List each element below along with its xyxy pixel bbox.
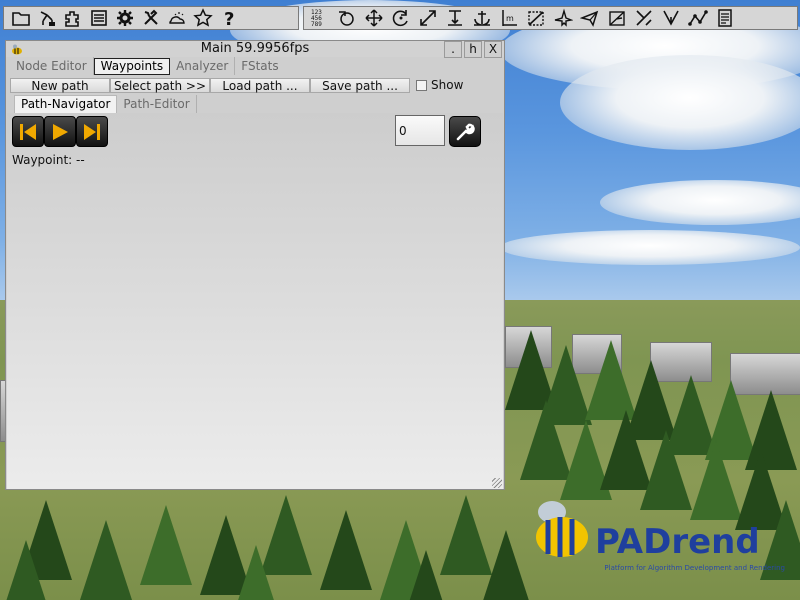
tree	[0, 540, 52, 600]
cloud	[560, 55, 800, 150]
play-button[interactable]	[44, 116, 76, 147]
resize-grip[interactable]	[492, 478, 502, 488]
window-titlebar[interactable]: Main 59.9956fps . h X	[6, 41, 504, 58]
tree	[80, 520, 132, 600]
tools-icon[interactable]	[138, 7, 164, 29]
play-icon	[53, 123, 68, 140]
tree	[230, 545, 282, 600]
select-box-icon[interactable]	[522, 7, 549, 29]
anchor-icon[interactable]	[468, 7, 495, 29]
bee-logo-icon	[536, 501, 588, 557]
new-path-button[interactable]: New path	[10, 77, 110, 93]
transform-icon[interactable]	[630, 7, 657, 29]
airplane-icon[interactable]	[576, 7, 603, 29]
skip-back-icon	[20, 123, 36, 140]
snap-to-ground-icon[interactable]	[441, 7, 468, 29]
help-icon[interactable]: ?	[216, 7, 242, 29]
rotate-icon[interactable]	[387, 7, 414, 29]
gear-icon[interactable]	[112, 7, 138, 29]
tab-fstats[interactable]: FStats	[235, 57, 284, 75]
svg-text:?: ?	[224, 9, 234, 28]
plugin-icon[interactable]	[60, 7, 86, 29]
measure-icon[interactable]: m	[495, 7, 522, 29]
scene-graph-icon[interactable]	[34, 7, 60, 29]
star-icon[interactable]	[190, 7, 216, 29]
show-checkbox[interactable]	[416, 79, 427, 91]
main-window: Main 59.9956fps . h X Node Editor Waypoi…	[5, 40, 505, 490]
tools-toolbar: 123 456 789 m	[303, 6, 798, 30]
settings-button[interactable]	[449, 116, 481, 147]
skip-forward-icon	[84, 123, 100, 140]
cloud	[600, 180, 800, 225]
waypoint-number-input[interactable]: 0	[395, 115, 445, 146]
scale-icon[interactable]	[414, 7, 441, 29]
main-toolbar: ?	[3, 6, 299, 30]
logo-subtitle: Platform for Algorithm Development and R…	[604, 564, 785, 572]
graph-icon[interactable]	[684, 7, 711, 29]
list-icon[interactable]	[86, 7, 112, 29]
tree	[140, 505, 192, 585]
wrench-icon	[456, 123, 475, 140]
svg-text:m: m	[506, 14, 514, 23]
weather-icon[interactable]	[164, 7, 190, 29]
load-path-button[interactable]: Load path ...	[210, 77, 310, 93]
select-path-button[interactable]: Select path >>	[110, 77, 210, 93]
tree	[400, 550, 452, 600]
main-tabs: Node Editor Waypoints Analyzer FStats	[10, 57, 285, 75]
tab-waypoints[interactable]: Waypoints	[93, 58, 171, 75]
numbers-grid-icon[interactable]: 123 456 789	[306, 7, 333, 29]
path-icon[interactable]	[657, 7, 684, 29]
tree	[320, 510, 372, 590]
document-icon[interactable]	[711, 7, 738, 29]
path-toolbar: New path Select path >> Load path ... Sa…	[10, 77, 463, 93]
logo-text: PADrend	[595, 522, 760, 562]
sub-tabs: Path-Navigator Path-Editor	[14, 95, 197, 113]
fly-icon[interactable]	[549, 7, 576, 29]
cloud	[500, 230, 800, 265]
tab-analyzer[interactable]: Analyzer	[170, 57, 236, 75]
move-icon[interactable]	[360, 7, 387, 29]
skip-to-start-button[interactable]	[12, 116, 44, 147]
node-select-icon[interactable]	[603, 7, 630, 29]
folder-icon[interactable]	[8, 7, 34, 29]
show-checkbox-label[interactable]: Show	[431, 78, 463, 92]
window-title: Main 59.9956fps	[200, 41, 310, 56]
path-navigator-panel: 0 Waypoint: --	[7, 113, 503, 489]
save-path-button[interactable]: Save path ...	[310, 77, 410, 93]
skip-to-end-button[interactable]	[76, 116, 108, 147]
tab-path-navigator[interactable]: Path-Navigator	[14, 95, 118, 113]
padrend-logo: PADrend Platform for Algorithm Developme…	[525, 492, 785, 592]
tab-node-editor[interactable]: Node Editor	[10, 57, 94, 75]
tab-path-editor[interactable]: Path-Editor	[117, 95, 197, 113]
window-close-button[interactable]: X	[484, 41, 502, 58]
svg-text:789: 789	[311, 21, 322, 28]
window-menu-button[interactable]: .	[444, 41, 462, 58]
waypoint-label: Waypoint: --	[12, 153, 85, 167]
orbit-camera-icon[interactable]	[333, 7, 360, 29]
window-hide-button[interactable]: h	[464, 41, 482, 58]
